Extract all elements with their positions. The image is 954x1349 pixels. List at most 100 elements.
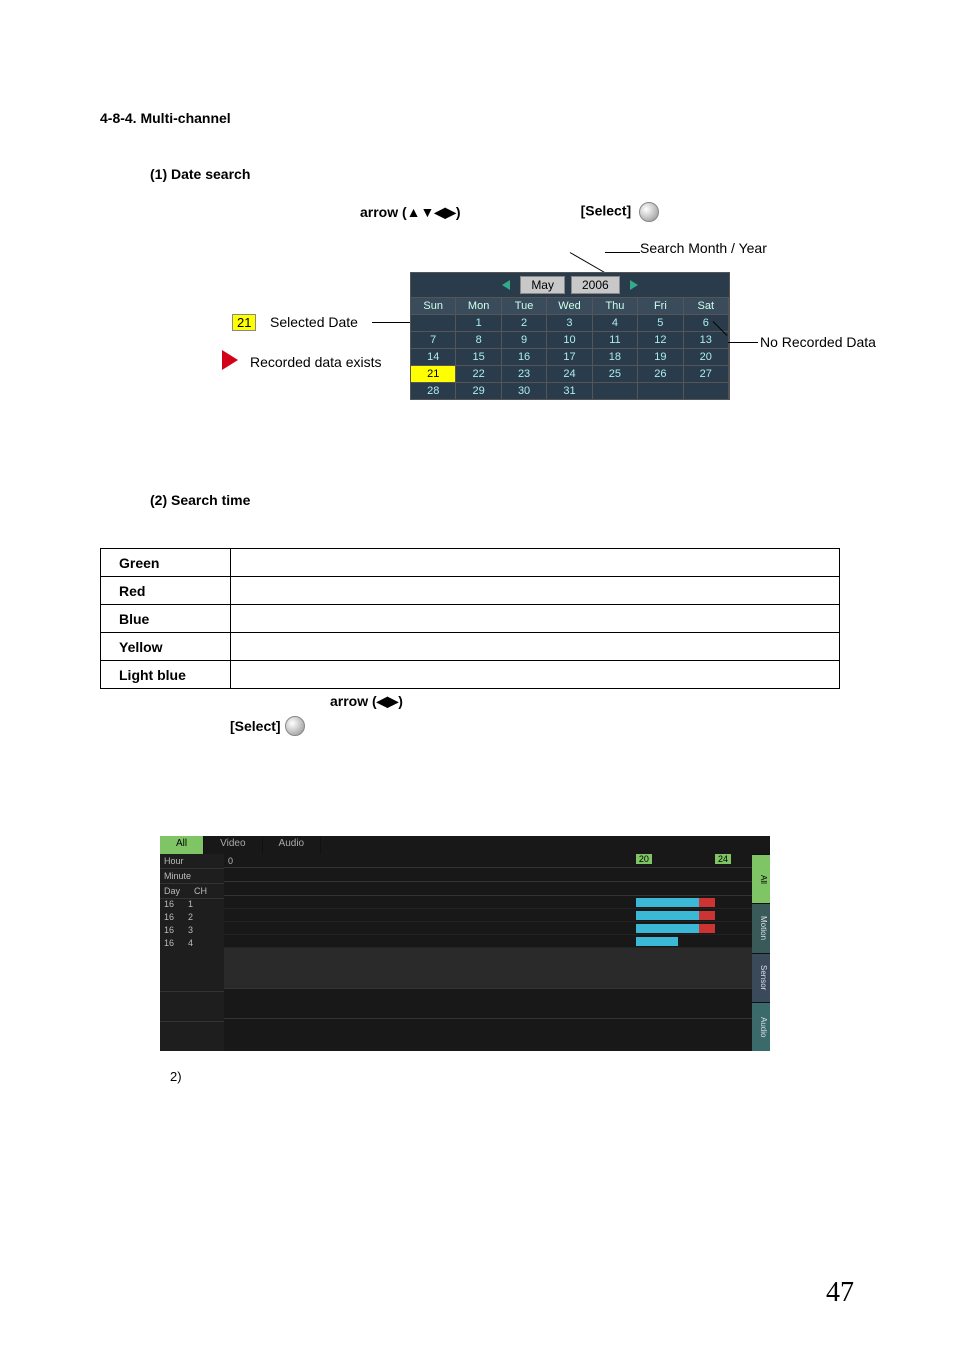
hour-start-label: 0 [228,856,233,866]
calendar-dow: Tue [502,297,547,314]
calendar-dow: Mon [456,297,501,314]
timeline-hour-label: Hour [160,854,224,869]
calendar-dow: Wed [547,297,592,314]
calendar-cell[interactable]: 17 [547,348,592,365]
calendar-cell[interactable]: 11 [593,331,638,348]
color-name-cell: Yellow [101,633,231,661]
calendar-cell[interactable]: 9 [502,331,547,348]
table-row: Yellow [101,633,840,661]
recorded-data-exists-label: Recorded data exists [250,354,382,370]
selected-date-label: Selected Date [270,314,358,330]
timeline-channel-row[interactable] [224,896,752,909]
calendar-widget[interactable]: May 2006 SunMonTueWedThuFriSat1234567891… [410,272,730,400]
calendar-cell[interactable]: 7 [411,331,456,348]
calendar-cell[interactable]: 18 [593,348,638,365]
color-name-cell: Blue [101,605,231,633]
select-button-icon [639,202,659,222]
timeline-tab-video[interactable]: Video [204,836,262,854]
arrow-instruction-2: arrow (◀▶) [330,693,403,709]
timeline-channel-row[interactable] [224,922,752,935]
calendar-cell[interactable]: 19 [638,348,683,365]
calendar-cell[interactable]: 20 [684,348,729,365]
calendar-cell[interactable]: 6 [684,314,729,331]
select-instruction-2: [Select] [230,718,281,734]
timeline-widget[interactable]: AllVideoAudio Hour Minute Day CH 1611621… [160,836,770,1051]
timeline-tab-audio[interactable]: Audio [263,836,322,854]
calendar-cell[interactable]: 25 [593,365,638,382]
calendar-cell[interactable]: 30 [502,382,547,399]
table-row: Light blue [101,661,840,689]
calendar-cell[interactable]: 12 [638,331,683,348]
timeline-ch-header: CH [194,886,207,896]
calendar-cell[interactable]: 3 [547,314,592,331]
color-desc-cell [231,577,840,605]
timeline-filter-motion[interactable]: Motion [752,903,770,952]
annotation-search-month-year: Search Month / Year [640,240,767,256]
timeline-filter-all[interactable]: All [752,854,770,903]
calendar-cell[interactable]: 15 [456,348,501,365]
color-desc-cell [231,549,840,577]
timeline-day-header: Day [164,886,180,896]
subsection-1-heading: (1) Date search [150,166,854,182]
table-row: Blue [101,605,840,633]
calendar-cell[interactable]: 4 [593,314,638,331]
timeline-row-label: 161 [160,899,224,912]
calendar-cell[interactable]: 16 [502,348,547,365]
calendar-cell [593,382,638,399]
calendar-cell[interactable]: 2 [502,314,547,331]
calendar-cell[interactable]: 10 [547,331,592,348]
calendar-year[interactable]: 2006 [571,276,620,294]
calendar-cell[interactable]: 27 [684,365,729,382]
calendar-cell[interactable]: 28 [411,382,456,399]
calendar-cell[interactable]: 24 [547,365,592,382]
prev-month-icon[interactable] [502,280,510,290]
calendar-cell[interactable]: 5 [638,314,683,331]
timeline-minute-label: Minute [160,869,224,884]
annotation-line [728,342,758,343]
footnote: 2) [170,1069,854,1084]
calendar-cell [684,382,729,399]
timeline-channel-row[interactable] [224,909,752,922]
subsection-2-heading: (2) Search time [150,492,854,508]
section-heading: 4-8-4. Multi-channel [100,110,854,126]
select-button-icon [285,716,305,736]
calendar-cell [638,382,683,399]
calendar-cell [411,314,456,331]
calendar-month[interactable]: May [520,276,565,294]
timeline-channel-row[interactable] [224,935,752,948]
table-row: Red [101,577,840,605]
calendar-cell[interactable]: 29 [456,382,501,399]
timeline-filter-audio[interactable]: Audio [752,1002,770,1051]
calendar-cell[interactable]: 8 [456,331,501,348]
color-desc-cell [231,605,840,633]
timeline-row-label: 162 [160,912,224,925]
table-row: Green [101,549,840,577]
timeline-row-label: 163 [160,925,224,938]
hour-marker-24: 24 [715,854,731,864]
calendar-cell[interactable]: 31 [547,382,592,399]
color-name-cell: Red [101,577,231,605]
calendar-cell[interactable]: 14 [411,348,456,365]
calendar-cell[interactable]: 21 [411,365,456,382]
color-name-cell: Green [101,549,231,577]
timeline-tab-all[interactable]: All [160,836,204,854]
calendar-dow: Sun [411,297,456,314]
calendar-cell[interactable]: 23 [502,365,547,382]
page-number: 47 [826,1277,854,1309]
color-name-cell: Light blue [101,661,231,689]
arrow-instruction-1: arrow (▲▼◀▶) [360,204,461,221]
timeline-row-label: 164 [160,938,224,951]
calendar-dow: Fri [638,297,683,314]
calendar-figure: Search Month / Year 21 Selected Date Rec… [200,242,930,442]
calendar-cell[interactable]: 26 [638,365,683,382]
recorded-marker-icon [222,350,238,370]
next-month-icon[interactable] [630,280,638,290]
color-desc-cell [231,633,840,661]
selected-date-badge: 21 [232,314,256,331]
calendar-cell[interactable]: 1 [456,314,501,331]
calendar-cell[interactable]: 22 [456,365,501,382]
no-recorded-data-label: No Recorded Data [760,334,876,350]
timeline-filter-sensor[interactable]: Sensor [752,953,770,1002]
hour-marker-20: 20 [636,854,652,864]
calendar-cell[interactable]: 13 [684,331,729,348]
